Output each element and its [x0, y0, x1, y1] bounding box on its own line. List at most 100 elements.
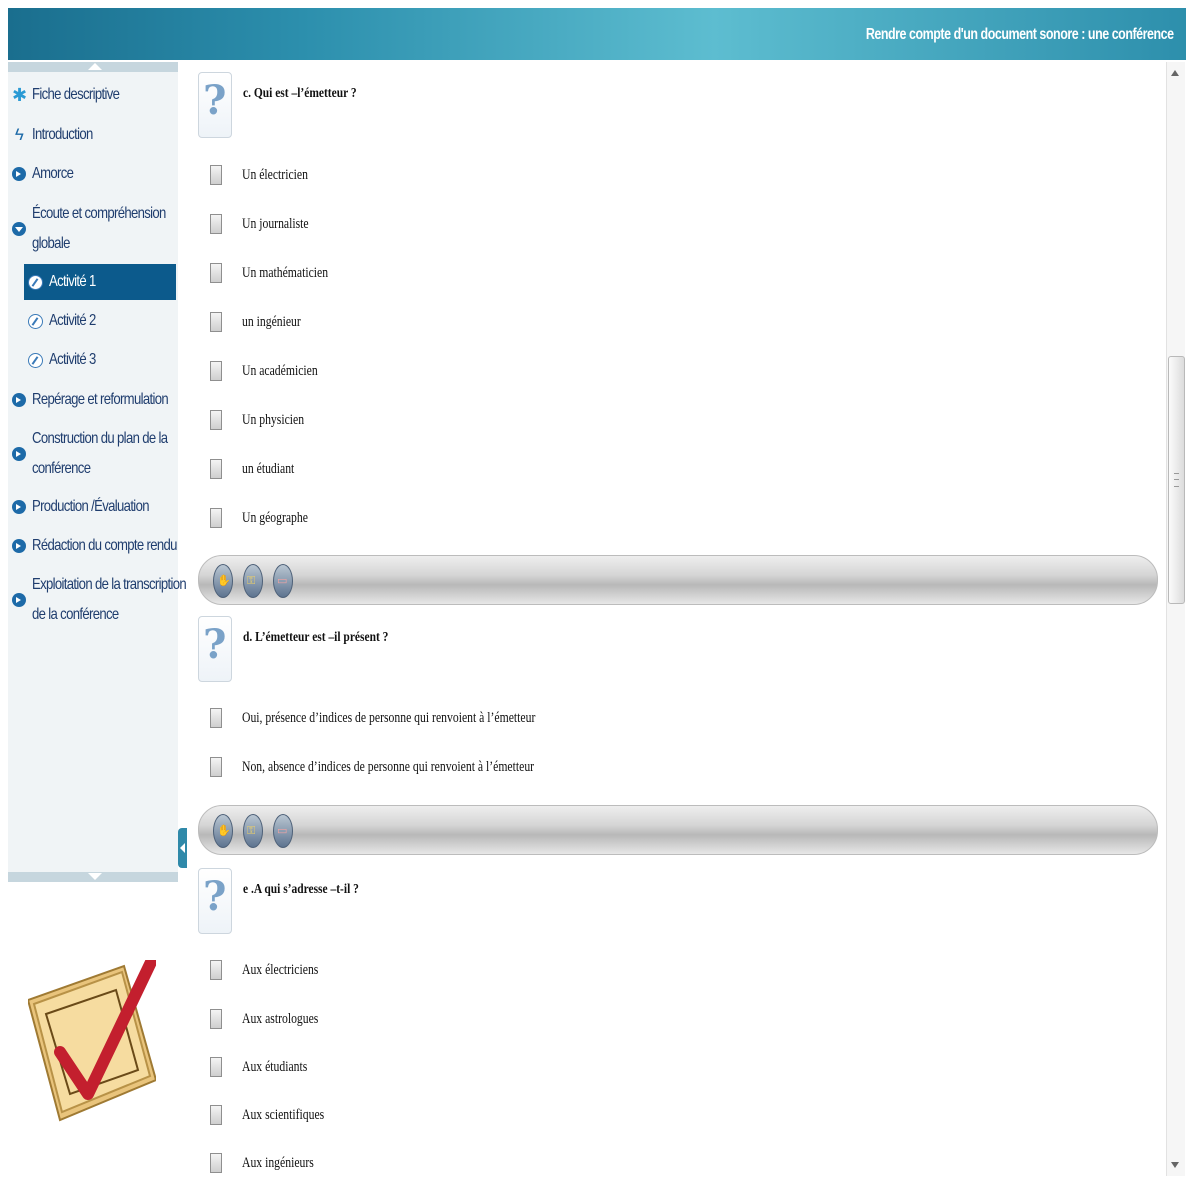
- chevron-right-icon: [12, 447, 26, 461]
- checkbox[interactable]: [210, 960, 222, 980]
- sidebar-item-ecoute[interactable]: Écoute et compréhension globale: [8, 199, 178, 259]
- chevron-right-icon: [12, 500, 26, 514]
- checkbox[interactable]: [210, 312, 222, 332]
- sidebar-item-production[interactable]: Production /Évaluation: [8, 492, 178, 522]
- sidebar-item-label: Fiche descriptive: [32, 86, 120, 103]
- option-label: Un mathématicien: [242, 264, 329, 281]
- question-mark-icon: ?: [198, 72, 232, 138]
- option-checkbox[interactable]: Un journaliste: [210, 210, 327, 238]
- vertical-scrollbar[interactable]: [1166, 62, 1185, 1176]
- sidebar: ✱ Fiche descriptive ϟ Introduction Amorc…: [8, 62, 187, 882]
- sidebar-item-introduction[interactable]: ϟ Introduction: [8, 120, 178, 150]
- option-checkbox[interactable]: Aux électriciens: [210, 956, 340, 984]
- checkbox[interactable]: [210, 1153, 222, 1173]
- checkbox[interactable]: [210, 410, 222, 430]
- eraser-icon[interactable]: [273, 564, 293, 598]
- option-checkbox[interactable]: un étudiant: [210, 455, 309, 483]
- chevron-right-icon: [12, 393, 26, 407]
- option-checkbox[interactable]: Non, absence d’indices de personne qui r…: [210, 753, 616, 781]
- sidebar-item-construction[interactable]: Construction du plan de la conférence: [8, 424, 178, 484]
- star-icon: ✱: [12, 85, 27, 105]
- question-title: e .A qui s’adresse –t-il ?: [243, 882, 359, 897]
- option-label: Oui, présence d’indices de personne qui …: [242, 709, 536, 726]
- option-label: Un journaliste: [242, 215, 309, 232]
- option-checkbox[interactable]: Aux scientifiques: [210, 1101, 347, 1129]
- sidebar-item-label: de la conférence: [32, 606, 119, 623]
- option-checkbox[interactable]: Aux ingénieurs: [210, 1149, 334, 1177]
- hand-icon[interactable]: [213, 564, 233, 598]
- question-toolbar: [198, 805, 1158, 855]
- eraser-icon[interactable]: [273, 814, 293, 848]
- sidebar-item-label: Construction du plan de la: [32, 430, 168, 447]
- option-label: Aux étudiants: [242, 1058, 308, 1075]
- option-checkbox[interactable]: Un électricien: [210, 161, 327, 189]
- scroll-down-arrow-icon[interactable]: [1171, 1162, 1179, 1168]
- option-label: un ingénieur: [242, 313, 301, 330]
- sidebar-item-activite-1[interactable]: Activité 1: [24, 264, 176, 300]
- sidebar-scroll-down[interactable]: [8, 872, 178, 882]
- checkbox[interactable]: [210, 1009, 222, 1029]
- header-bar: Rendre compte d'un document sonore : une…: [8, 8, 1186, 60]
- checkbox[interactable]: [210, 757, 222, 777]
- sidebar-item-activite-2[interactable]: Activité 2: [24, 306, 176, 336]
- question-title: d. L’émetteur est –il présent ?: [243, 630, 389, 645]
- sidebar-item-label: Exploitation de la transcription: [32, 576, 187, 593]
- checkbox[interactable]: [210, 165, 222, 185]
- hand-icon[interactable]: [213, 814, 233, 848]
- option-label: Aux astrologues: [242, 1010, 319, 1027]
- sidebar-item-label: Activité 1: [49, 273, 96, 290]
- checkbox[interactable]: [210, 459, 222, 479]
- option-label: Aux ingénieurs: [242, 1154, 314, 1171]
- sidebar-item-amorce[interactable]: Amorce: [8, 159, 178, 189]
- checkbox[interactable]: [210, 1105, 222, 1125]
- key-icon[interactable]: [243, 814, 263, 848]
- question-toolbar: [198, 555, 1158, 605]
- sidebar-item-exploitation[interactable]: Exploitation de la transcription de la c…: [8, 570, 187, 630]
- sidebar-item-label: Repérage et reformulation: [32, 391, 169, 408]
- option-checkbox[interactable]: Un physicien: [210, 406, 322, 434]
- question-mark-icon: ?: [198, 616, 232, 682]
- option-label: Aux électriciens: [242, 961, 319, 978]
- sidebar-scroll-up[interactable]: [8, 62, 178, 72]
- checkbox[interactable]: [210, 708, 222, 728]
- option-checkbox[interactable]: Aux étudiants: [210, 1053, 326, 1081]
- option-checkbox[interactable]: Un académicien: [210, 357, 339, 385]
- grip-icon: [1174, 473, 1179, 487]
- option-label: un étudiant: [242, 460, 295, 477]
- scroll-up-arrow-icon[interactable]: [1171, 70, 1179, 76]
- sidebar-item-label: Rédaction du compte rendu: [32, 537, 177, 554]
- option-checkbox[interactable]: un ingénieur: [210, 308, 317, 336]
- key-icon[interactable]: [243, 564, 263, 598]
- chevron-right-icon: [12, 539, 26, 553]
- chevron-right-icon: [12, 167, 26, 181]
- option-checkbox[interactable]: Un géographe: [210, 504, 327, 532]
- question-title: c. Qui est –l’émetteur ?: [243, 86, 357, 101]
- sidebar-item-activite-3[interactable]: Activité 3: [24, 345, 176, 375]
- option-checkbox[interactable]: Aux astrologues: [210, 1005, 340, 1033]
- checkbox[interactable]: [210, 361, 222, 381]
- sidebar-item-label: Production /Évaluation: [32, 498, 150, 515]
- sidebar-item-label: globale: [32, 235, 70, 252]
- page-title: Rendre compte d'un document sonore : une…: [866, 26, 1174, 43]
- chevron-right-icon: [12, 593, 26, 607]
- sidebar-item-label: Activité 3: [49, 351, 96, 368]
- sidebar-item-redaction[interactable]: Rédaction du compte rendu: [8, 531, 178, 561]
- sidebar-collapse-button[interactable]: [178, 828, 187, 868]
- option-label: Un géographe: [242, 509, 308, 526]
- activity-icon: [28, 352, 43, 368]
- option-label: Un électricien: [242, 166, 308, 183]
- option-checkbox[interactable]: Un mathématicien: [210, 259, 352, 287]
- sidebar-item-fiche-descriptive[interactable]: ✱ Fiche descriptive: [8, 80, 178, 110]
- scrollbar-thumb[interactable]: [1168, 356, 1185, 604]
- checkbox[interactable]: [210, 214, 222, 234]
- option-label: Un physicien: [242, 411, 305, 428]
- checkbox[interactable]: [210, 263, 222, 283]
- sidebar-item-label: Activité 2: [49, 312, 96, 329]
- checkbox[interactable]: [210, 508, 222, 528]
- sidebar-item-reperage[interactable]: Repérage et reformulation: [8, 385, 178, 415]
- sidebar-item-label: Écoute et compréhension: [32, 205, 166, 222]
- bolt-icon: ϟ: [14, 125, 24, 144]
- option-checkbox[interactable]: Oui, présence d’indices de personne qui …: [210, 704, 618, 732]
- checkmark-logo: [28, 960, 156, 1122]
- checkbox[interactable]: [210, 1057, 222, 1077]
